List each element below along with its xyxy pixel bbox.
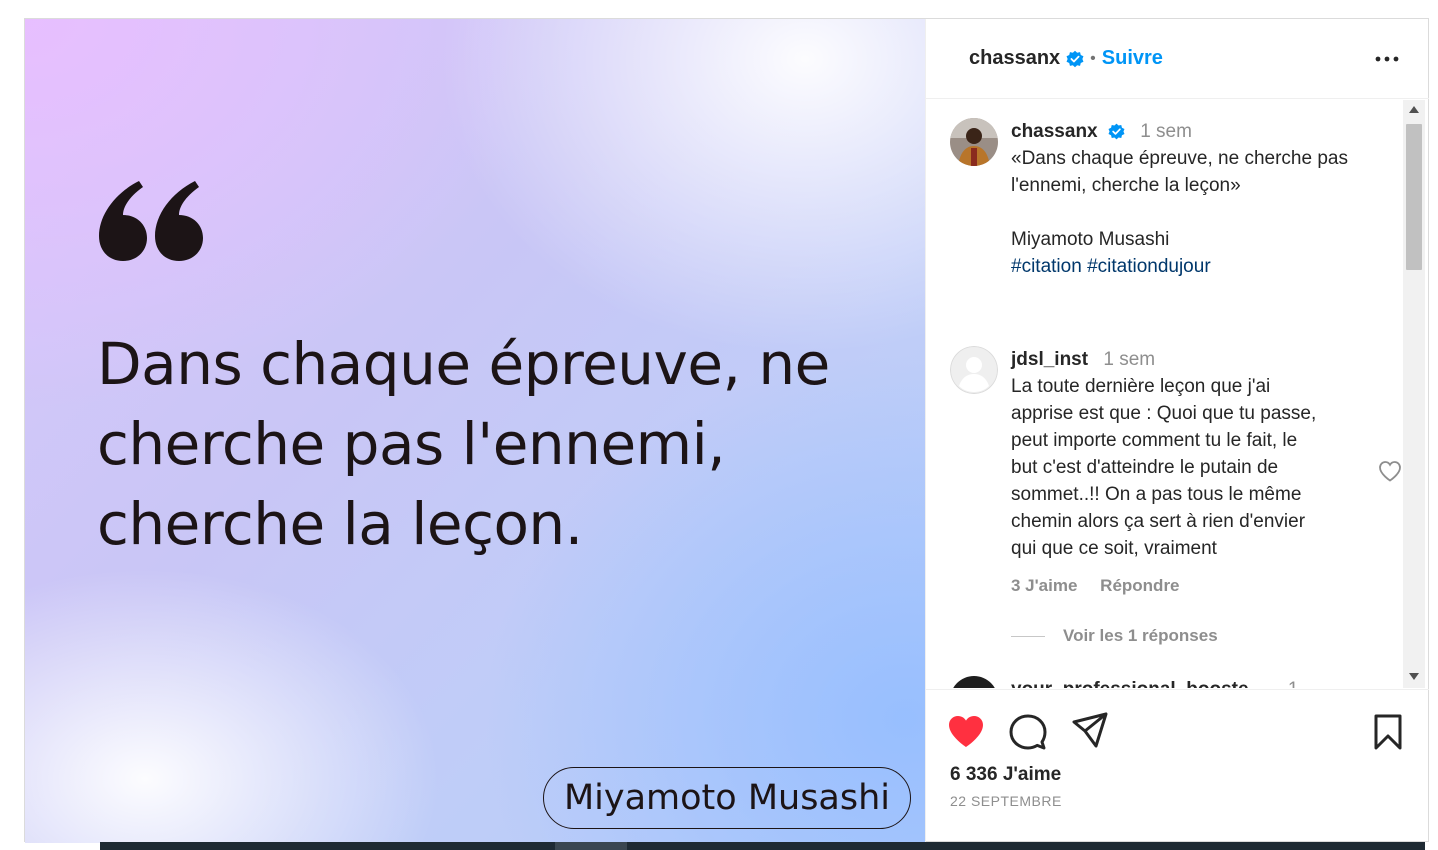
post-sidebar: chassanx • Suivre chassanx 1 sem «Dans c… <box>925 19 1429 843</box>
scroll-down-arrow-icon[interactable] <box>1409 673 1419 680</box>
comment-body: your_professional_booste 1 <box>1011 676 1381 688</box>
quote-text: Dans chaque épreuve, ne cherche pas l'en… <box>97 324 877 564</box>
comment-time: 1 <box>1288 679 1299 688</box>
post-header: chassanx • Suivre <box>926 19 1429 99</box>
likes-count[interactable]: 6 336 J'aime <box>950 764 1061 786</box>
avatar[interactable] <box>950 118 998 166</box>
hashtag-link[interactable]: #citation <box>1011 256 1082 277</box>
caption-text-line: «Dans chaque épreuve, ne cherche pas <box>1011 148 1348 169</box>
comment-body: jdsl_inst 1 sem La toute dernière leçon … <box>1011 346 1381 599</box>
author-name: Miyamoto Musashi <box>563 778 891 818</box>
reply-button[interactable]: Répondre <box>1100 576 1179 595</box>
share-icon[interactable] <box>1070 710 1110 750</box>
comment-item: your_professional_booste 1 <box>950 676 1370 688</box>
comment-item: jdsl_inst 1 sem La toute dernière leçon … <box>950 346 1401 656</box>
taskbar-item[interactable] <box>555 842 627 850</box>
comment-likes-count[interactable]: 3 J'aime <box>1011 576 1077 595</box>
scroll-thumb[interactable] <box>1406 124 1422 270</box>
post-image[interactable]: Dans chaque épreuve, ne cherche pas l'en… <box>25 19 925 843</box>
caption: chassanx 1 sem «Dans chaque épreuve, ne … <box>950 118 1370 298</box>
comment-actions: 3 J'aime Répondre <box>1011 572 1381 599</box>
comment-text-line: chemin alors ça sert à rien d'envier <box>1011 511 1306 532</box>
comment-time: 1 sem <box>1103 349 1156 370</box>
bookmark-icon[interactable] <box>1368 712 1408 752</box>
replies-divider <box>1011 635 1045 637</box>
comment-username[interactable]: jdsl_inst <box>1011 349 1088 370</box>
comment-text-line: peut importe comment tu le fait, le <box>1011 430 1298 451</box>
comment-icon[interactable] <box>1008 712 1048 752</box>
caption-username[interactable]: chassanx <box>1011 121 1098 142</box>
post-date[interactable]: 22 SEPTEMBRE <box>950 793 1062 809</box>
comment-text-line: but c'est d'atteindre le putain de <box>1011 457 1279 478</box>
avatar[interactable] <box>950 676 998 688</box>
follow-button[interactable]: Suivre <box>1102 47 1163 70</box>
comment-username[interactable]: your_professional_booste <box>1011 679 1249 688</box>
avatar[interactable] <box>950 346 998 394</box>
comment-text-line: qui que ce soit, vraiment <box>1011 538 1217 559</box>
more-options-icon[interactable] <box>1373 49 1401 69</box>
post-actions: 6 336 J'aime 22 SEPTEMBRE <box>926 689 1429 843</box>
comment-text-line: sommet..!! On a pas tous le même <box>1011 484 1302 505</box>
taskbar <box>100 842 1425 850</box>
like-comment-heart-icon[interactable] <box>1378 460 1402 482</box>
verified-icon <box>1066 50 1084 67</box>
scroll-up-arrow-icon[interactable] <box>1409 106 1419 113</box>
post-card: Dans chaque épreuve, ne cherche pas l'en… <box>24 18 1429 843</box>
caption-text-line: l'ennemi, cherche la leçon» <box>1011 175 1241 196</box>
caption-body: chassanx 1 sem «Dans chaque épreuve, ne … <box>1011 118 1381 280</box>
quote-line: cherche pas l'ennemi, <box>97 410 726 478</box>
hashtag-link[interactable]: #citationdujour <box>1087 256 1211 277</box>
separator-dot: • <box>1090 49 1096 67</box>
caption-time: 1 sem <box>1140 121 1192 142</box>
comment-text-line: La toute dernière leçon que j'ai <box>1011 376 1271 397</box>
quote-line: Dans chaque épreuve, ne <box>97 330 830 398</box>
heart-icon[interactable] <box>946 712 986 752</box>
comments-scrollbar[interactable] <box>1403 100 1425 688</box>
caption-author: Miyamoto Musashi <box>1011 229 1170 250</box>
comment-text-line: apprise est que : Quoi que tu passe, <box>1011 403 1317 424</box>
quote-mark-icon <box>99 181 203 261</box>
header-username[interactable]: chassanx <box>969 47 1060 70</box>
quote-line: cherche la leçon. <box>97 490 583 558</box>
verified-icon <box>1108 124 1125 140</box>
view-replies[interactable]: Voir les 1 réponses <box>1011 626 1311 646</box>
author-pill: Miyamoto Musashi <box>543 767 911 829</box>
view-replies-label[interactable]: Voir les 1 réponses <box>1063 626 1218 646</box>
comments-list[interactable]: chassanx 1 sem «Dans chaque épreuve, ne … <box>926 100 1429 688</box>
